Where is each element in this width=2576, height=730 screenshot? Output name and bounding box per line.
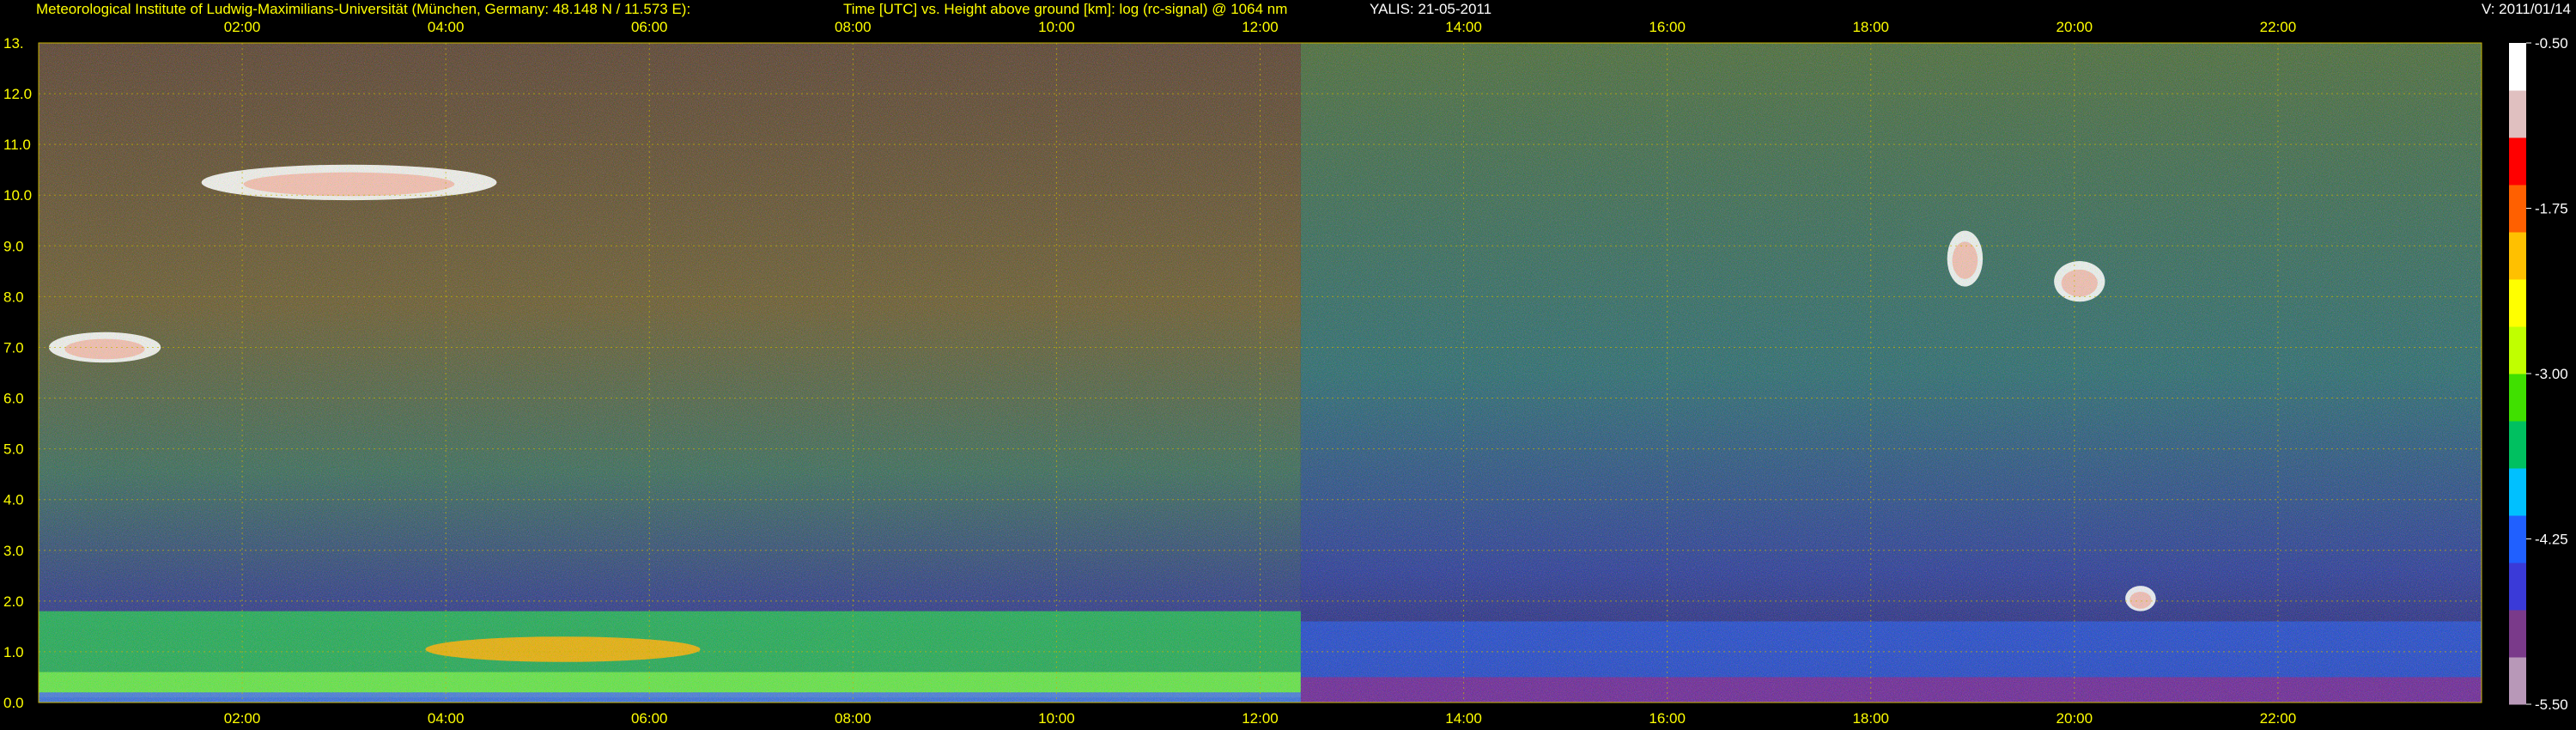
y-tick-label: 6.0 bbox=[3, 391, 24, 407]
x-tick-label-top: 08:00 bbox=[835, 19, 872, 35]
y-tick-label: 3.0 bbox=[3, 543, 24, 559]
x-tick-label-top: 06:00 bbox=[631, 19, 668, 35]
x-tick-label-top: 12:00 bbox=[1242, 19, 1279, 35]
colorbar-segment bbox=[2509, 326, 2526, 374]
colorbar-segment bbox=[2509, 421, 2526, 469]
colorbar-segment bbox=[2509, 232, 2526, 280]
y-tick-label: 1.0 bbox=[3, 644, 24, 660]
y-tick-label: 2.0 bbox=[3, 593, 24, 610]
colorbar-label: -1.75 bbox=[2535, 201, 2568, 217]
y-tick-label: 8.0 bbox=[3, 289, 24, 305]
y-tick-label: 12.0 bbox=[3, 86, 32, 102]
x-tick-label-bottom: 06:00 bbox=[631, 710, 668, 727]
x-tick-label-top: 14:00 bbox=[1445, 19, 1482, 35]
x-tick-label-top: 20:00 bbox=[2057, 19, 2093, 35]
x-tick-label-top: 04:00 bbox=[428, 19, 465, 35]
colorbar-segment bbox=[2509, 374, 2526, 422]
colorbar-segment bbox=[2509, 610, 2526, 658]
colorbar-label: -4.25 bbox=[2535, 532, 2568, 548]
x-tick-label-top: 02:00 bbox=[224, 19, 261, 35]
colorbar-segment bbox=[2509, 657, 2526, 705]
colorbar-segment bbox=[2509, 563, 2526, 611]
x-tick-label-bottom: 22:00 bbox=[2260, 710, 2297, 727]
x-ticks-top: 02:00 04:00 06:00 08:00 10:00 12:00 14:00 16:00… bbox=[224, 19, 2296, 35]
x-tick-label-top: 22:00 bbox=[2260, 19, 2297, 35]
colorbar: -0.50 -1.75 -3.00 -4.25 -5.50 bbox=[2509, 35, 2568, 713]
x-ticks-bottom: 02:00 04:00 06:00 08:00 10:00 12:00 14:00 16:00… bbox=[224, 710, 2296, 727]
x-tick-label-bottom: 16:00 bbox=[1649, 710, 1686, 727]
colorbar-segment bbox=[2509, 279, 2526, 327]
x-tick-label-top: 18:00 bbox=[1852, 19, 1889, 35]
x-tick-label-bottom: 14:00 bbox=[1445, 710, 1482, 727]
x-tick-label-bottom: 04:00 bbox=[428, 710, 465, 727]
y-tick-label: 5.0 bbox=[3, 441, 24, 458]
y-ticks: 0.0 1.0 2.0 3.0 4.0 5.0 6.0 7.0 8.0 9.0 10.0 11.0 12… bbox=[3, 35, 32, 711]
x-tick-label-bottom: 02:00 bbox=[224, 710, 261, 727]
x-tick-label-top: 10:00 bbox=[1038, 19, 1075, 35]
colorbar-segment bbox=[2509, 515, 2526, 563]
colorbar-segment bbox=[2509, 137, 2526, 186]
colorbar-segment bbox=[2509, 185, 2526, 233]
x-tick-label-top: 16:00 bbox=[1649, 19, 1686, 35]
y-tick-label: 13. bbox=[3, 35, 24, 52]
y-tick-label: 4.0 bbox=[3, 492, 24, 508]
colorbar-segment bbox=[2509, 43, 2526, 91]
y-tick-label: 10.0 bbox=[3, 187, 32, 204]
colorbar-segment bbox=[2509, 90, 2526, 138]
y-tick-label: 7.0 bbox=[3, 339, 24, 356]
y-tick-label: 9.0 bbox=[3, 238, 24, 254]
colorbar-segment bbox=[2509, 468, 2526, 516]
colorbar-label: -3.00 bbox=[2535, 366, 2568, 382]
lidar-chart: 02:00 04:00 06:00 08:00 10:00 12:00 14:00 16:00… bbox=[3, 19, 2568, 727]
y-tick-label: 11.0 bbox=[3, 137, 31, 153]
x-tick-label-bottom: 12:00 bbox=[1242, 710, 1279, 727]
x-tick-label-bottom: 20:00 bbox=[2057, 710, 2093, 727]
x-tick-label-bottom: 08:00 bbox=[835, 710, 872, 727]
colorbar-label: -5.50 bbox=[2535, 697, 2568, 713]
x-tick-label-bottom: 10:00 bbox=[1038, 710, 1075, 727]
x-tick-label-bottom: 18:00 bbox=[1852, 710, 1889, 727]
colorbar-label: -0.50 bbox=[2535, 35, 2568, 52]
y-tick-label: 0.0 bbox=[3, 695, 24, 711]
